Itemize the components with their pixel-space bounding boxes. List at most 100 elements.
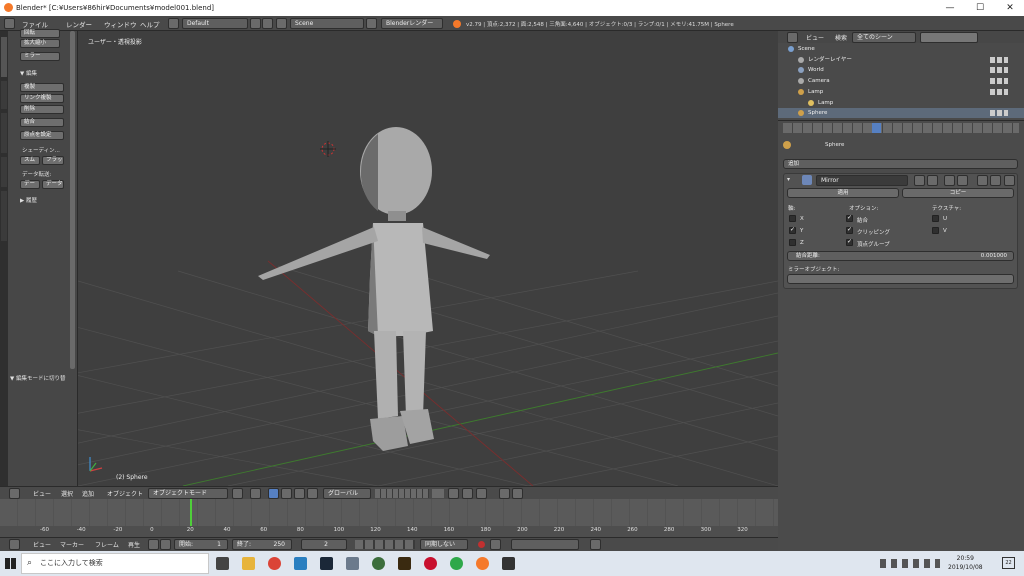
- modifier-editmode-toggle[interactable]: [944, 175, 955, 186]
- vertex-group-checkbox[interactable]: [846, 238, 853, 246]
- visibility-toggles[interactable]: [990, 88, 1008, 95]
- axis-y-checkbox[interactable]: [789, 226, 796, 234]
- join-button[interactable]: 結合: [20, 118, 64, 127]
- viewport-shading-icon[interactable]: [232, 488, 243, 499]
- app-icon-1[interactable]: [294, 557, 307, 570]
- layer-buttons[interactable]: [375, 489, 429, 498]
- manipulator-icon[interactable]: [268, 488, 279, 499]
- tab-shading[interactable]: [1, 113, 7, 153]
- opengl-anim-icon[interactable]: [512, 488, 523, 499]
- task-view-icon[interactable]: [216, 557, 229, 570]
- data-transfer-button[interactable]: デー: [20, 180, 40, 189]
- opengl-render-icon[interactable]: [499, 488, 510, 499]
- move-up-icon[interactable]: [977, 175, 988, 186]
- duplicate-button[interactable]: 複製: [20, 83, 64, 92]
- menu-window[interactable]: ウィンドウ: [104, 19, 137, 29]
- sync-mode-select[interactable]: 同期しない: [420, 539, 468, 550]
- scale-button[interactable]: 拡大縮小: [20, 39, 60, 48]
- menu-frame[interactable]: フレーム: [95, 540, 119, 549]
- render-engine-select[interactable]: Blenderレンダー: [381, 18, 443, 29]
- rotate-button[interactable]: 回転: [20, 29, 60, 38]
- scale-icon[interactable]: [307, 488, 318, 499]
- visibility-toggles[interactable]: [990, 67, 1008, 74]
- menu-select[interactable]: 選択: [61, 489, 73, 498]
- menu-view-timeline[interactable]: ビュー: [33, 540, 51, 549]
- add-modifier-select[interactable]: 追加: [783, 159, 1018, 169]
- modifier-view-toggle[interactable]: [927, 175, 938, 186]
- snap-element-icon[interactable]: [476, 488, 487, 499]
- texture-u-checkbox[interactable]: [932, 215, 939, 222]
- file-explorer-icon[interactable]: [242, 557, 255, 570]
- properties-context-tabs[interactable]: [783, 123, 1019, 133]
- visibility-toggles[interactable]: [990, 78, 1008, 85]
- outliner-search-input[interactable]: [920, 32, 978, 43]
- playback-controls[interactable]: [355, 540, 415, 549]
- texture-v-checkbox[interactable]: [932, 227, 939, 234]
- delete-button[interactable]: 削除: [20, 105, 64, 114]
- flat-button[interactable]: フラッ: [42, 156, 64, 165]
- edit-section-header[interactable]: ▼ 編集: [20, 69, 37, 77]
- scene-icon[interactable]: [276, 18, 287, 29]
- taskbar-search-input[interactable]: ここに入力して検索: [21, 553, 209, 574]
- apply-button[interactable]: 適用: [787, 188, 899, 198]
- tab-create[interactable]: [1, 81, 7, 109]
- maximize-button[interactable]: ☐: [965, 0, 995, 16]
- outliner-item[interactable]: Lamp: [778, 87, 1024, 97]
- editmode-toggle-panel[interactable]: ▼ 編集モードに切り替: [10, 374, 76, 382]
- preview-range-icon[interactable]: [148, 539, 159, 550]
- outliner-menu-view[interactable]: ビュー: [806, 33, 824, 42]
- current-frame-field[interactable]: 2: [301, 539, 347, 550]
- keying-icon[interactable]: [490, 539, 501, 550]
- smooth-button[interactable]: スム: [20, 156, 40, 165]
- visibility-toggles[interactable]: [990, 110, 1008, 117]
- outliner-menu-search[interactable]: 検索: [835, 33, 847, 42]
- 3d-cursor-icon[interactable]: [320, 141, 336, 157]
- orientation-select[interactable]: グローバル: [323, 488, 371, 499]
- tab-tools[interactable]: [1, 37, 7, 77]
- close-button[interactable]: ✕: [995, 0, 1024, 16]
- merge-checkbox[interactable]: [846, 214, 853, 222]
- mirror-button[interactable]: ミラー: [20, 52, 60, 61]
- outliner-filter-select[interactable]: 全てのシーン: [852, 32, 916, 43]
- snap-toggle-icon[interactable]: [462, 488, 473, 499]
- app-icon-4[interactable]: [398, 557, 411, 570]
- scene-select[interactable]: Scene: [290, 18, 364, 29]
- merge-distance-field[interactable]: 結合距離: 0.001000: [787, 251, 1014, 261]
- blender-taskbar-icon[interactable]: [476, 557, 489, 570]
- keying-set-field[interactable]: [511, 539, 579, 550]
- data-layout-button[interactable]: データ: [42, 180, 64, 189]
- timeline-ruler[interactable]: -60 -40 -20 0 20 40 60 80 100 120 140 160 180 200 220 2…: [0, 526, 778, 537]
- opera-icon[interactable]: [424, 557, 437, 570]
- history-section-header[interactable]: ▶ 履歴: [20, 196, 37, 204]
- windows-start-icon[interactable]: [5, 558, 16, 569]
- modifier-render-toggle[interactable]: [914, 175, 925, 186]
- menu-object[interactable]: オブジェクト: [107, 489, 143, 498]
- menu-help[interactable]: ヘルプ: [140, 19, 160, 29]
- chrome-icon[interactable]: [268, 557, 281, 570]
- collapse-icon[interactable]: ▾: [787, 176, 793, 184]
- timeline-editor[interactable]: -60 -40 -20 0 20 40 60 80 100 120 140 160 180 200 220 2…: [0, 499, 778, 537]
- layout-close-icon[interactable]: [262, 18, 273, 29]
- layout-icon[interactable]: [168, 18, 179, 29]
- copy-button[interactable]: コピー: [902, 188, 1014, 198]
- layout-add-icon[interactable]: [250, 18, 261, 29]
- axis-z-checkbox[interactable]: [789, 239, 796, 246]
- editor-type-timeline-icon[interactable]: [9, 539, 20, 550]
- mirror-object-field[interactable]: [787, 274, 1014, 284]
- taskbar-clock[interactable]: 20:59 2019/10/08: [948, 554, 983, 572]
- menu-render[interactable]: レンダー: [66, 19, 92, 29]
- set-origin-button[interactable]: 原点を設定: [20, 131, 64, 140]
- layout-select[interactable]: Default: [182, 18, 248, 29]
- app-icon-2[interactable]: [346, 557, 359, 570]
- visibility-toggles[interactable]: [990, 56, 1008, 63]
- current-frame-marker[interactable]: [190, 499, 192, 529]
- steam-icon[interactable]: [320, 557, 333, 570]
- render-view-icon[interactable]: [448, 488, 459, 499]
- outliner-item[interactable]: World: [778, 65, 1024, 75]
- insert-keyframe-icon[interactable]: [590, 539, 601, 550]
- axis-x-checkbox[interactable]: [789, 215, 796, 222]
- link-duplicate-button[interactable]: リンク複製: [20, 94, 64, 103]
- menu-add[interactable]: 追加: [82, 489, 94, 498]
- toolshelf-scrollbar[interactable]: [70, 31, 75, 369]
- mode-select[interactable]: オブジェクトモード: [148, 488, 228, 499]
